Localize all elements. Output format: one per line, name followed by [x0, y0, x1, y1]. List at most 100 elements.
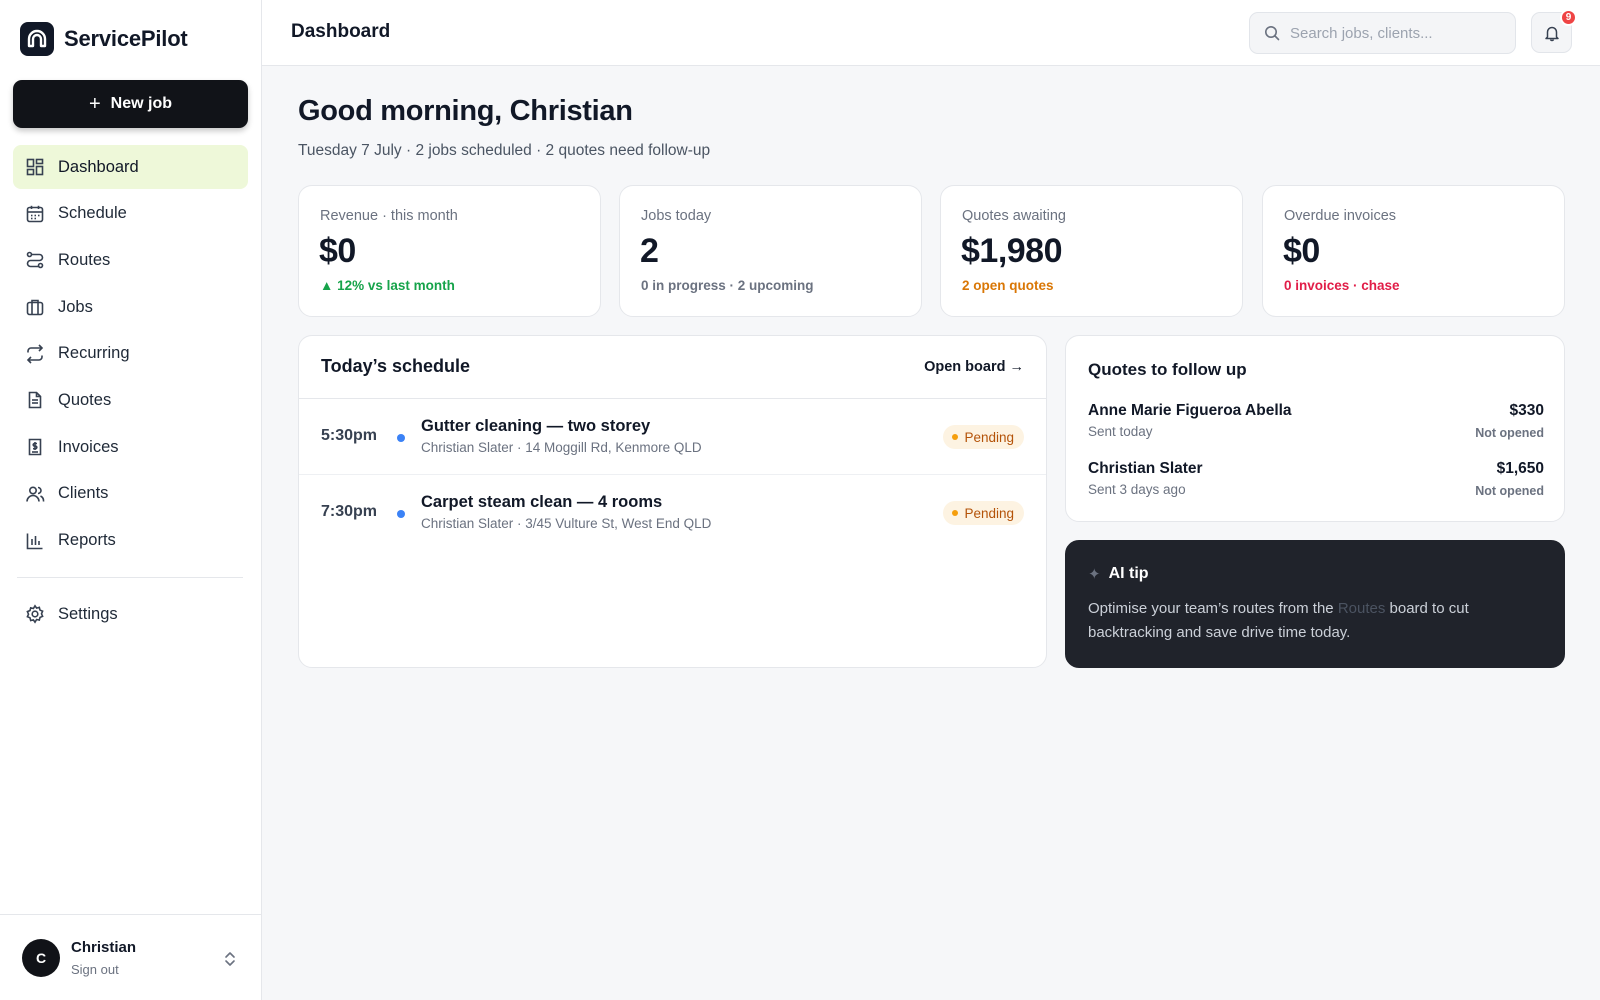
sidebar-item-clients[interactable]: Clients	[13, 472, 248, 516]
sidebar-item-label: Quotes	[58, 390, 112, 409]
gear-icon	[26, 604, 44, 624]
schedule-row[interactable]: 5:30pm Gutter cleaning — two storey Chri…	[299, 399, 1046, 475]
stat-card-quotes-awaiting[interactable]: Quotes awaiting $1,980 2 open quotes	[940, 185, 1243, 317]
stat-value: $0	[319, 232, 356, 270]
search-box[interactable]	[1249, 12, 1516, 54]
schedule-row[interactable]: 7:30pm Carpet steam clean — 4 rooms Chri…	[299, 475, 1046, 551]
stat-label: Jobs today	[641, 208, 712, 224]
job-details: Christian Slater · 14 Moggill Rd, Kenmor…	[421, 440, 702, 455]
quote-status: Not opened	[1475, 484, 1544, 498]
sidebar: ServicePilot + New job Dashboard Schedul…	[0, 0, 262, 1000]
sidebar-item-label: Dashboard	[58, 157, 139, 176]
sidebar-item-label: Clients	[58, 484, 109, 503]
chevron-up-down-icon[interactable]	[222, 949, 238, 969]
stat-note: 2 open quotes	[962, 278, 1054, 293]
user-menu[interactable]: C Christian Sign out	[0, 914, 262, 1000]
quote-status: Not opened	[1475, 426, 1544, 440]
sidebar-item-recurring[interactable]: Recurring	[13, 332, 248, 376]
ai-tip-header: ✦ AI tip	[1088, 565, 1149, 583]
greeting-subline: Tuesday 7 July · 2 jobs scheduled · 2 qu…	[298, 142, 711, 159]
client-name: Christian Slater	[1088, 460, 1203, 477]
sidebar-item-label: Reports	[58, 531, 116, 549]
notification-badge: 9	[1560, 9, 1577, 26]
job-time: 7:30pm	[321, 503, 378, 520]
sidebar-item-dashboard[interactable]: Dashboard	[13, 145, 248, 189]
stat-card-jobs-today[interactable]: Jobs today 2 0 in progress · 2 upcoming	[619, 185, 922, 317]
sidebar-item-label: Routes	[58, 250, 111, 269]
grid-icon	[26, 158, 44, 176]
app-name: ServicePilot	[64, 26, 188, 51]
invoice-icon	[28, 438, 42, 456]
ai-tip-text: Optimise your team’s routes from the	[1088, 600, 1338, 617]
new-job-label: New job	[110, 95, 173, 112]
quotes-follow-up-card: Quotes to follow up Anne Marie Figueroa …	[1065, 335, 1565, 522]
sidebar-item-label: Recurring	[58, 344, 130, 363]
client-name: Anne Marie Figueroa Abella	[1088, 402, 1292, 419]
stat-card-revenue[interactable]: Revenue · this month $0 ▲ 12% vs last mo…	[298, 185, 601, 317]
job-title: Carpet steam clean — 4 rooms	[421, 493, 663, 511]
sidebar-item-label: Jobs	[58, 297, 93, 316]
users-icon	[26, 486, 45, 502]
ai-tip-body: Optimise your team’s routes from the Rou…	[1088, 597, 1528, 645]
bar-chart-icon	[26, 533, 43, 549]
route-icon	[26, 252, 44, 269]
stat-value: $0	[1283, 232, 1320, 270]
plus-icon: +	[88, 93, 101, 115]
stat-label: Overdue invoices	[1284, 208, 1397, 224]
sidebar-item-label: Schedule	[58, 204, 127, 223]
status-badge: Pending	[943, 425, 1024, 449]
sidebar-item-invoices[interactable]: Invoices	[13, 425, 248, 469]
sidebar-nav: Dashboard Schedule Routes Jobs Recurring…	[13, 145, 248, 565]
status-dot	[397, 434, 405, 442]
job-time: 5:30pm	[321, 427, 378, 444]
document-icon	[28, 392, 42, 409]
sidebar-item-label: Settings	[58, 604, 118, 623]
quote-sent: Sent today	[1088, 424, 1153, 439]
ai-tip-card: ✦ AI tip Optimise your team’s routes fro…	[1065, 540, 1565, 668]
stat-note: 0 invoices · chase	[1284, 278, 1400, 293]
todays-schedule-card: Today’s schedule Open board → 5:30pm Gut…	[298, 335, 1047, 668]
job-details: Christian Slater · 3/45 Vulture St, West…	[421, 516, 712, 531]
avatar: C	[22, 939, 60, 977]
quote-row[interactable]: Christian Slater Sent 3 days ago $1,650 …	[1088, 460, 1544, 506]
page-title: Dashboard	[291, 21, 391, 42]
stat-card-overdue-invoices[interactable]: Overdue invoices $0 0 invoices · chase	[1262, 185, 1565, 317]
topbar: Dashboard 9	[262, 0, 1600, 66]
routes-link[interactable]: Routes	[1338, 600, 1386, 617]
brand[interactable]: ServicePilot	[20, 22, 188, 56]
quote-sent: Sent 3 days ago	[1088, 482, 1186, 497]
notifications-button[interactable]: 9	[1531, 9, 1577, 53]
schedule-title: Today’s schedule	[321, 356, 471, 376]
sidebar-item-settings[interactable]: Settings	[13, 592, 248, 636]
sidebar-item-jobs[interactable]: Jobs	[13, 285, 248, 329]
sidebar-item-reports[interactable]: Reports	[13, 519, 248, 563]
stat-value: $1,980	[961, 232, 1063, 270]
quote-row[interactable]: Anne Marie Figueroa Abella Sent today $3…	[1088, 402, 1544, 448]
search-input[interactable]	[1290, 24, 1500, 42]
sparkle-icon: ✦	[1088, 566, 1101, 583]
quote-amount: $330	[1509, 402, 1544, 419]
calendar-icon	[26, 205, 44, 222]
open-board-link[interactable]: Open board →	[924, 359, 1024, 375]
user-name: Christian	[71, 939, 137, 956]
status-dot	[397, 510, 405, 518]
stat-value: 2	[640, 232, 659, 270]
repeat-icon	[26, 344, 44, 364]
search-icon	[1265, 26, 1280, 41]
new-job-button[interactable]: + New job	[13, 80, 248, 128]
pending-dot-icon	[952, 510, 959, 516]
sidebar-item-quotes[interactable]: Quotes	[13, 378, 248, 422]
sidebar-item-schedule[interactable]: Schedule	[13, 192, 248, 236]
settings-container: Settings	[13, 592, 248, 639]
stat-note: 0 in progress · 2 upcoming	[641, 278, 814, 293]
quote-amount: $1,650	[1496, 460, 1544, 477]
status-label: Pending	[964, 429, 1014, 445]
status-badge: Pending	[943, 501, 1024, 525]
sign-out-link[interactable]: Sign out	[71, 962, 119, 977]
nav-divider	[17, 577, 243, 578]
pending-dot-icon	[952, 434, 959, 440]
status-label: Pending	[964, 505, 1014, 521]
stat-label: Quotes awaiting	[962, 208, 1066, 224]
sidebar-item-routes[interactable]: Routes	[13, 238, 248, 282]
stat-label: Revenue · this month	[320, 208, 458, 224]
